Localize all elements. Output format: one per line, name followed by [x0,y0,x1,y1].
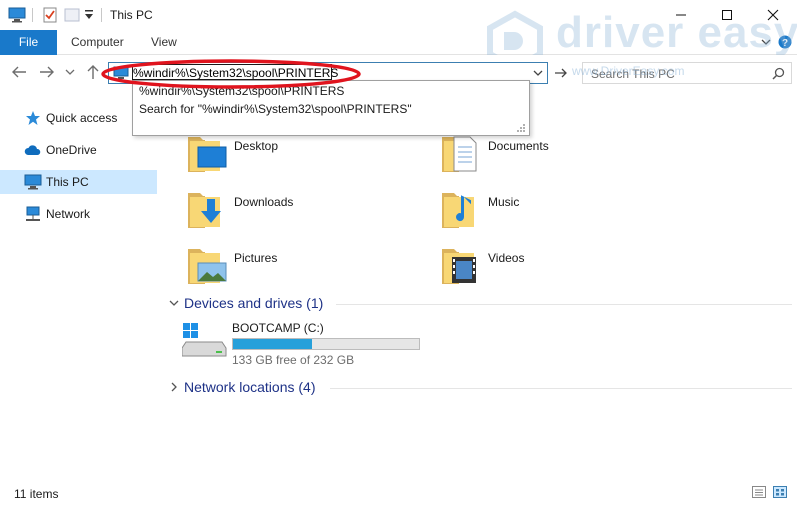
suggestion-item[interactable]: Search for "%windir%\System32\spool\PRIN… [139,102,412,116]
folder-label: Downloads [234,195,294,209]
desktop-folder-icon [186,131,230,175]
folder-documents[interactable]: Documents [440,131,690,175]
details-view-icon[interactable] [752,486,766,498]
large-icons-view-icon[interactable] [773,486,787,498]
divider [101,8,102,22]
address-suggestions: %windir%\System32\spool\PRINTERS Search … [132,80,530,136]
sidebar-item-onedrive[interactable]: OneDrive [0,138,157,162]
back-button[interactable] [10,64,28,80]
new-folder-icon[interactable] [64,7,80,26]
folder-label: Videos [488,251,525,265]
group-network-locations[interactable]: Network locations (4) [168,379,316,395]
recent-locations-button[interactable] [64,64,76,80]
sidebar-item-this-pc[interactable]: This PC [0,170,157,194]
folder-downloads[interactable]: Downloads [186,187,436,231]
drive-usage-fill [233,339,313,349]
group-divider [336,304,792,305]
window-title: This PC [110,8,153,22]
item-count: 11 items [14,487,59,501]
videos-folder-icon [440,243,484,287]
folder-videos[interactable]: Videos [440,243,690,287]
folder-label: Pictures [234,251,278,265]
network-icon [24,206,42,222]
up-button[interactable] [84,64,102,80]
sidebar-item-label: Quick access [46,111,118,125]
search-icon [772,67,785,83]
sidebar-item-label: This PC [46,175,89,189]
computer-icon [24,174,42,190]
chevron-down-icon [168,297,180,309]
navigation-pane: Quick access OneDrive This PC Network [0,89,158,479]
group-divider [330,388,792,389]
computer-icon [8,7,26,26]
hard-drive-icon [181,322,228,361]
drive-free-space: 133 GB free of 232 GB [232,353,355,367]
downloads-folder-icon [186,187,230,231]
drive-name: BOOTCAMP (C:) [232,321,324,335]
sidebar-item-network[interactable]: Network [0,202,157,226]
resize-grip-icon[interactable] [516,122,526,132]
group-title: Devices and drives (1) [184,295,324,311]
group-devices-and-drives[interactable]: Devices and drives (1) [168,295,323,311]
pictures-folder-icon [186,243,230,287]
folder-label: Documents [488,139,549,153]
tab-computer[interactable]: Computer [57,30,138,55]
go-button[interactable] [551,62,571,84]
sidebar-item-label: OneDrive [46,143,97,157]
status-bar: 11 items [0,479,797,506]
sidebar-item-label: Network [46,207,91,221]
group-title: Network locations (4) [184,379,316,395]
suggestion-item[interactable]: %windir%\System32\spool\PRINTERS [139,84,344,98]
computer-icon [113,66,129,83]
watermark-url: www.DriverEasy.com [572,64,685,78]
customize-toolbar-icon[interactable] [84,9,94,24]
tab-file[interactable]: File [0,30,57,55]
address-dropdown-button[interactable] [528,62,548,84]
folder-pictures[interactable]: Pictures [186,243,436,287]
folder-desktop[interactable]: Desktop [186,131,436,175]
drive-bootcamp[interactable]: BOOTCAMP (C:) 133 GB free of 232 GB [178,318,438,370]
divider [32,8,33,22]
cloud-icon [24,142,42,158]
documents-folder-icon [440,131,484,175]
folder-label: Desktop [234,139,279,153]
star-icon [24,110,42,126]
folder-music[interactable]: Music [440,187,690,231]
music-folder-icon [440,187,484,231]
properties-icon[interactable] [42,7,58,26]
watermark-brand: driver easy [556,8,797,57]
content-pane: Desktop Documents Downloads Music Pictur… [160,89,797,479]
folder-label: Music [488,195,520,209]
chevron-right-icon [168,381,180,393]
drive-usage-bar [232,338,420,350]
forward-button[interactable] [38,64,56,80]
tab-view[interactable]: View [137,30,191,55]
text-selection-box [132,64,332,80]
